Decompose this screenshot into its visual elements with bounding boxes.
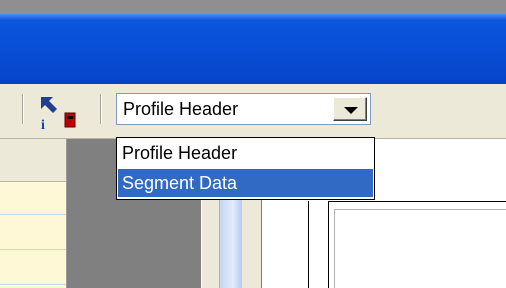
dropdown-button[interactable] (333, 97, 367, 121)
grid-row-line (0, 284, 66, 285)
svg-text:i: i (41, 118, 45, 133)
profile-select-list: Profile Header Segment Data (116, 137, 375, 200)
title-bar[interactable] (0, 14, 506, 84)
profile-select[interactable]: Profile Header (116, 93, 371, 125)
chevron-down-icon (344, 107, 358, 114)
left-grid-header (0, 139, 66, 182)
grid-row-line (0, 214, 66, 215)
grid-row-line (0, 249, 66, 250)
chart-frame-line (308, 201, 309, 288)
window-top-edge (0, 0, 506, 14)
title-bar-shine (0, 14, 506, 20)
chart-frame-line (328, 201, 329, 288)
profile-select-value: Profile Header (123, 99, 239, 119)
chart-inner-border (334, 209, 335, 288)
left-grid-pane[interactable] (0, 139, 67, 288)
option-profile-header[interactable]: Profile Header (118, 139, 373, 167)
toolbar-separator (22, 94, 24, 124)
toolbar-separator (100, 94, 102, 124)
vertical-scrollbar[interactable] (219, 195, 242, 288)
chart-inner-border (334, 209, 506, 210)
chart-frame-line (328, 201, 506, 202)
info-cursor-icon[interactable]: i (37, 93, 81, 133)
option-segment-data[interactable]: Segment Data (118, 169, 373, 197)
